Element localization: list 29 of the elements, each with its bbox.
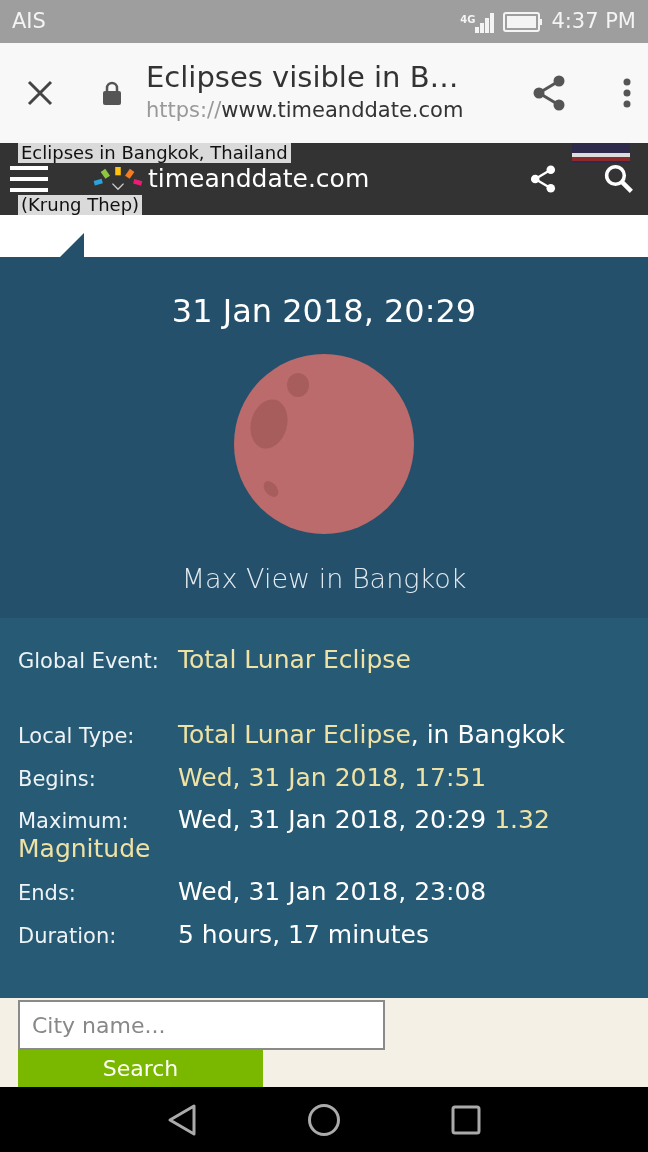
lock-icon (102, 81, 122, 105)
detail-row-text: Ends: Wed, 31 Jan 2018, 23:08 (18, 877, 488, 907)
home-icon[interactable] (307, 1102, 341, 1137)
share-icon[interactable] (528, 165, 558, 193)
flag-icon (572, 143, 630, 163)
city-search-field[interactable]: City name... (18, 1000, 385, 1050)
logo-icon (92, 167, 144, 191)
detail-row-text: Duration: 5 hours, 17 minutes (18, 920, 430, 950)
view-caption: Max View in Bangkok (180, 562, 468, 596)
eclipse-datetime: 31 Jan 2018, 20:29 (170, 291, 478, 332)
detail-row-text: Global Event: Total Lunar Eclipse (18, 646, 412, 675)
recent-apps-icon[interactable] (451, 1104, 481, 1135)
more-options-icon[interactable] (622, 78, 632, 108)
menu-icon[interactable] (10, 166, 48, 192)
close-icon[interactable] (26, 79, 54, 107)
detail-row-text: Maximum: Wed, 31 Jan 2018, 20:29 1.32 Magnitude (18, 806, 551, 864)
url-text[interactable]: https://www.timeanddate.com (146, 94, 464, 127)
detail-row-text: Begins: Wed, 31 Jan 2018, 17:51 (18, 763, 488, 793)
carrier-name: AIS (12, 7, 46, 35)
share-icon[interactable] (532, 75, 566, 111)
detail-row-text: Local Type: Total Lunar Eclipse, in Bangkok (18, 720, 566, 750)
battery-icon (503, 10, 544, 33)
back-icon[interactable] (167, 1102, 197, 1137)
network-type: 4G (460, 12, 476, 27)
page-title: Eclipses visible in B… (146, 59, 460, 95)
clock-time: 4:37 PM (551, 7, 636, 35)
search-icon[interactable] (604, 164, 634, 194)
site-logo-text[interactable]: timeanddate.com (148, 165, 370, 193)
signal-icon (475, 10, 496, 33)
